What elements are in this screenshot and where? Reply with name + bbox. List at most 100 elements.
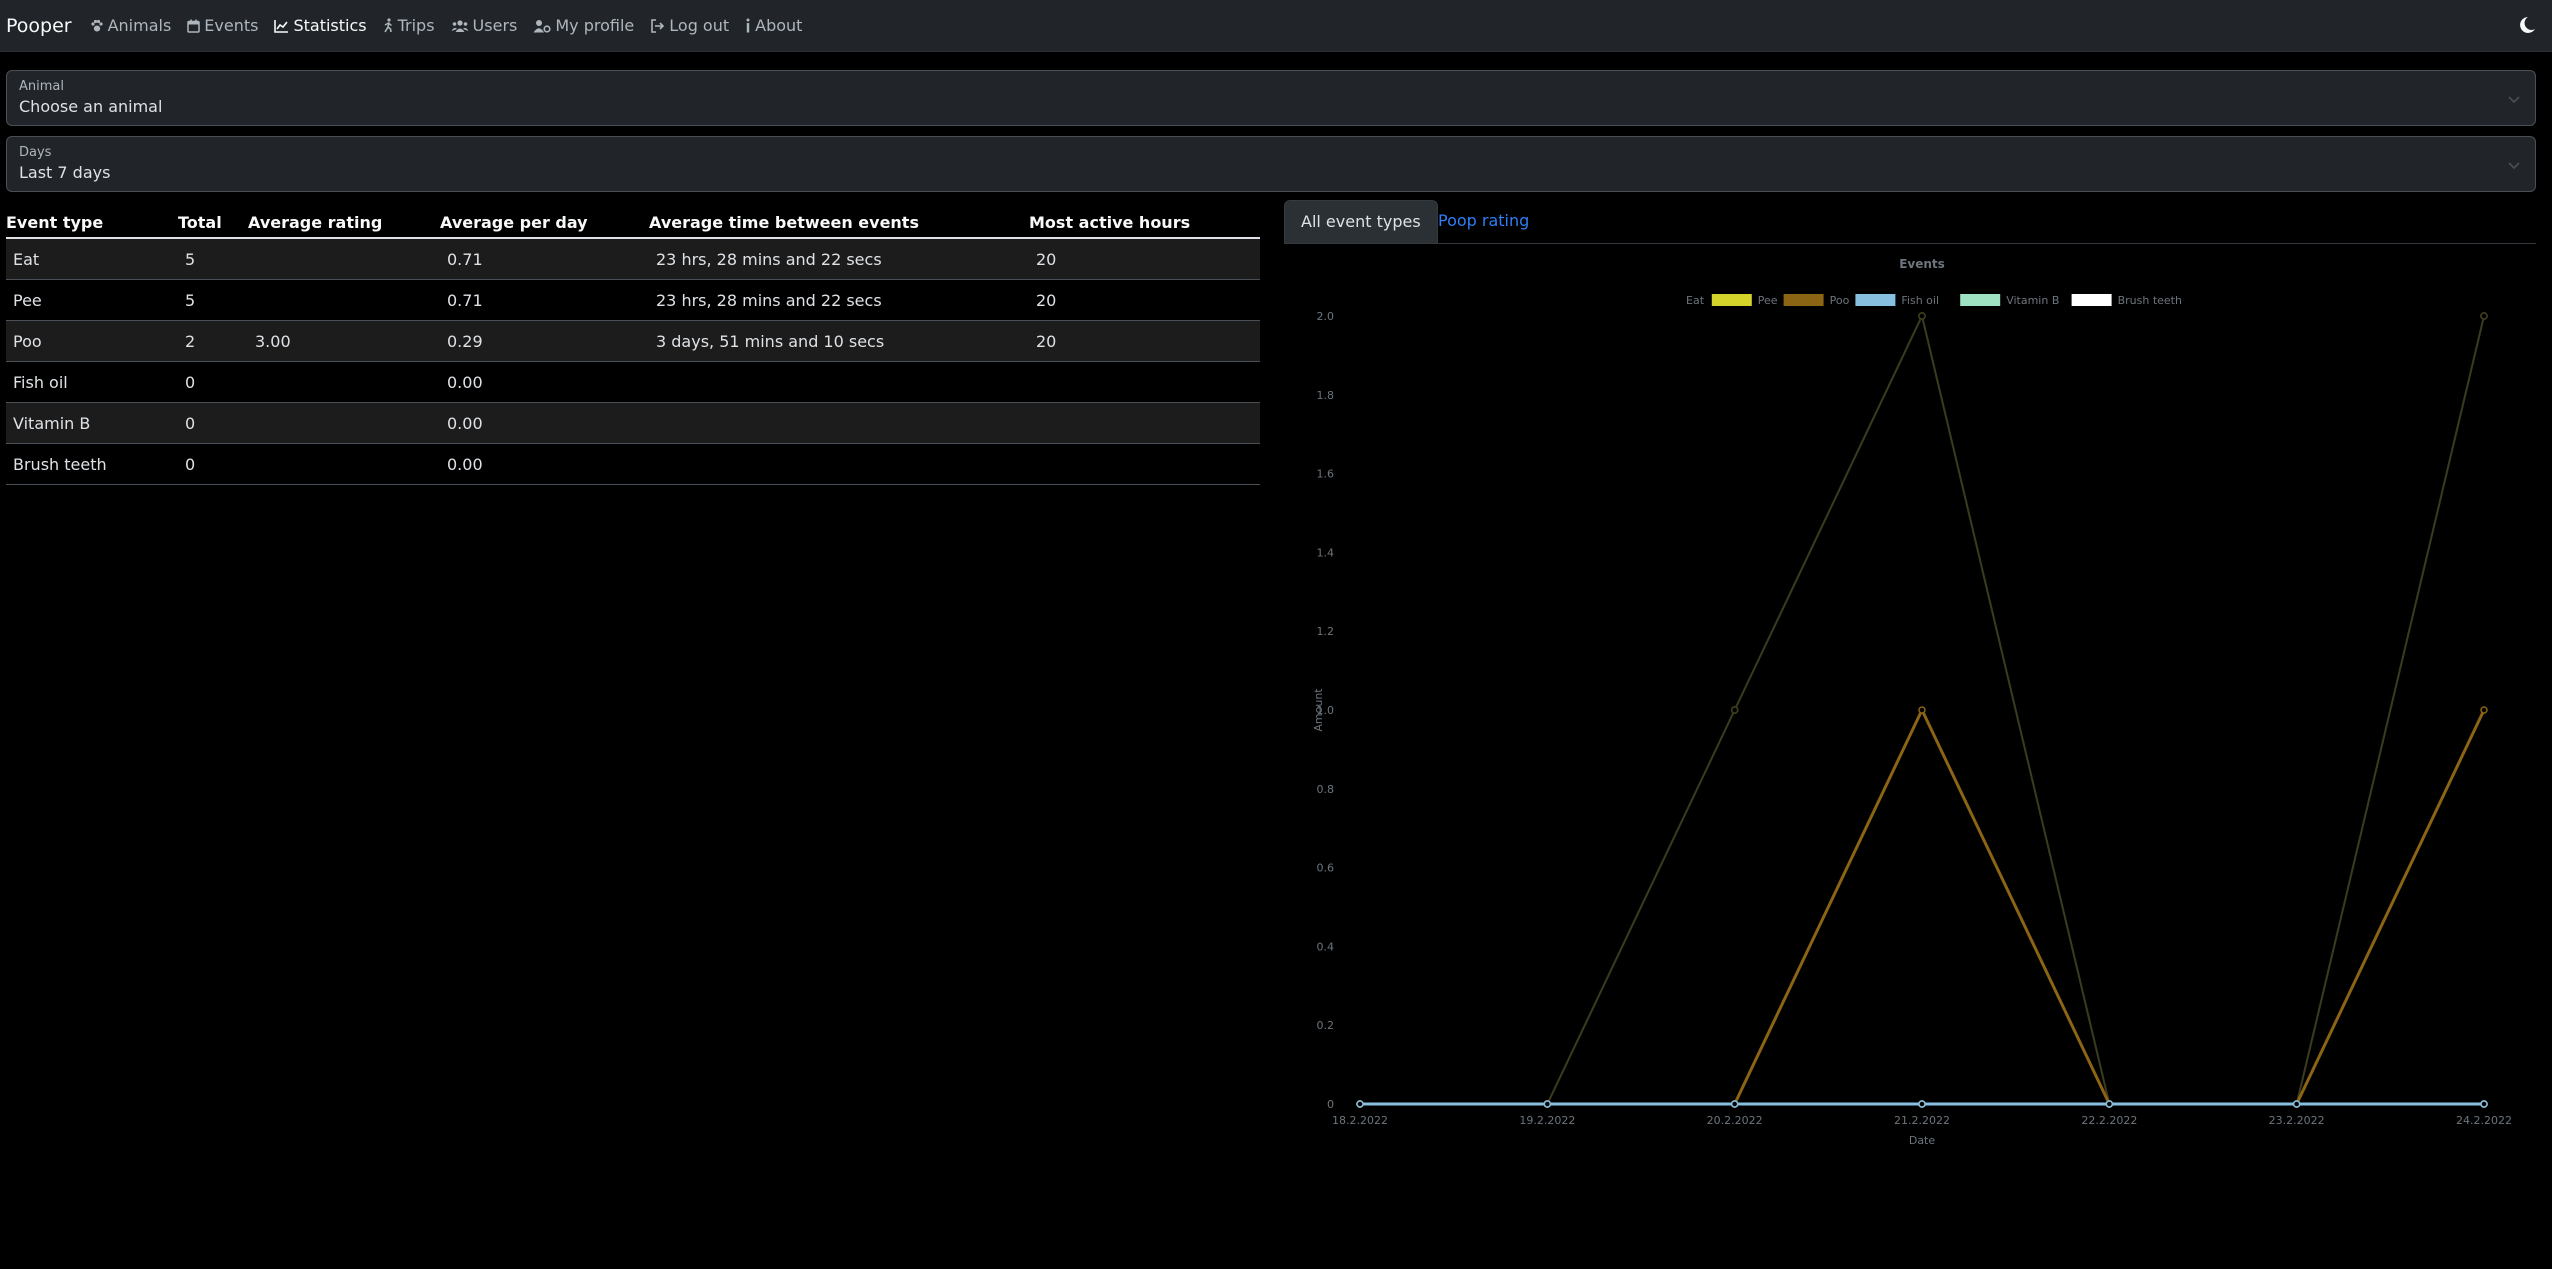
chevron-down-icon bbox=[2507, 91, 2521, 105]
calendar-icon bbox=[187, 19, 201, 33]
days-select[interactable]: Days Last 7 days bbox=[6, 136, 2536, 192]
days-select-value: Last 7 days bbox=[19, 163, 111, 182]
table-header-row: Event type Total Average rating Average … bbox=[6, 203, 1260, 239]
nav-label: Statistics bbox=[293, 16, 367, 35]
brand-logo[interactable]: Pooper bbox=[6, 15, 72, 37]
data-point bbox=[1730, 706, 1739, 714]
y-tick-label: 1.4 bbox=[1317, 546, 1335, 559]
theme-toggle[interactable] bbox=[2516, 14, 2538, 36]
animal-select[interactable]: Animal Choose an animal bbox=[6, 70, 2536, 126]
moon-icon bbox=[2516, 17, 2538, 40]
nav-statistics[interactable]: Statistics bbox=[274, 16, 367, 35]
x-axis-label: Date bbox=[1909, 1134, 1936, 1147]
table-cell: 2 bbox=[178, 320, 248, 362]
x-tick-label: 23.2.2022 bbox=[2269, 1114, 2325, 1127]
table-cell bbox=[649, 443, 1029, 485]
nav-users[interactable]: Users bbox=[451, 16, 518, 35]
x-tick-label: 20.2.2022 bbox=[1707, 1114, 1763, 1127]
x-tick-label: 19.2.2022 bbox=[1519, 1114, 1575, 1127]
legend-label: Brush teeth bbox=[2118, 294, 2182, 307]
legend-swatch bbox=[1960, 294, 2001, 306]
legend-swatch bbox=[2071, 294, 2112, 306]
legend-swatch bbox=[1855, 294, 1896, 306]
animal-select-value: Choose an animal bbox=[19, 97, 163, 116]
paw-icon bbox=[90, 19, 104, 33]
table-cell: 0 bbox=[178, 402, 248, 444]
nav-events[interactable]: Events bbox=[187, 16, 258, 35]
y-tick-label: 1.6 bbox=[1317, 468, 1335, 481]
nav-log-out[interactable]: Log out bbox=[650, 16, 729, 35]
table-cell: 23 hrs, 28 mins and 22 secs bbox=[649, 238, 1029, 280]
table-cell: 5 bbox=[178, 238, 248, 280]
table-cell: 3 days, 51 mins and 10 secs bbox=[649, 320, 1029, 362]
legend-label: Poo bbox=[1830, 294, 1850, 307]
table-cell: 20 bbox=[1029, 279, 1260, 321]
nav-animals[interactable]: Animals bbox=[90, 16, 171, 35]
table-cell: Brush teeth bbox=[6, 443, 178, 485]
table-row: Brush teeth 0 0.00 bbox=[6, 443, 1260, 485]
chart-title: Events bbox=[1899, 257, 1945, 271]
x-tick-label: 22.2.2022 bbox=[2081, 1114, 2137, 1127]
table-cell: Fish oil bbox=[6, 361, 178, 403]
events-line-chart: Events Eat Pee Poo Fish oil Vitamin B Brush te… bbox=[1312, 257, 2512, 1147]
table-cell bbox=[248, 443, 440, 485]
line-chart-icon bbox=[274, 19, 289, 33]
tab-poop-rating[interactable]: Poop rating bbox=[1422, 200, 1545, 242]
data-point bbox=[2480, 1100, 2488, 1108]
animal-select-label: Animal bbox=[19, 79, 64, 94]
table-cell bbox=[1029, 443, 1260, 485]
legend-label: Vitamin B bbox=[2006, 294, 2059, 307]
data-point bbox=[1356, 1100, 1364, 1108]
sign-out-icon bbox=[650, 18, 665, 33]
column-header: Average time between events bbox=[649, 203, 1029, 239]
info-icon bbox=[745, 18, 751, 33]
y-tick-label: 2.0 bbox=[1317, 310, 1335, 323]
nav-label: About bbox=[755, 16, 803, 35]
column-header: Event type bbox=[6, 203, 178, 239]
nav-label: Trips bbox=[397, 16, 435, 35]
data-point bbox=[1730, 1100, 1739, 1108]
navbar: Pooper Animals Events Statistics Trips U… bbox=[0, 0, 2552, 52]
table-cell bbox=[1029, 402, 1260, 444]
table-cell: Pee bbox=[6, 279, 178, 321]
table-cell: Vitamin B bbox=[6, 402, 178, 444]
data-point bbox=[1918, 1100, 1926, 1108]
data-point bbox=[1543, 1100, 1552, 1108]
nav-my-profile[interactable]: My profile bbox=[533, 16, 634, 35]
table-cell: 0.00 bbox=[440, 443, 649, 485]
table-cell bbox=[649, 402, 1029, 444]
table-cell: 5 bbox=[178, 279, 248, 321]
table-cell bbox=[248, 279, 440, 321]
y-tick-label: 0 bbox=[1327, 1098, 1334, 1111]
nav-trips[interactable]: Trips bbox=[383, 16, 435, 35]
table-cell bbox=[649, 361, 1029, 403]
column-header: Total bbox=[178, 203, 248, 239]
table-cell: 0.29 bbox=[440, 320, 649, 362]
table-cell: Eat bbox=[6, 238, 178, 280]
nav-label: Users bbox=[472, 16, 518, 35]
table-cell: 20 bbox=[1029, 238, 1260, 280]
table-cell bbox=[1029, 361, 1260, 403]
column-header: Most active hours bbox=[1029, 203, 1260, 239]
table-cell: 20 bbox=[1029, 320, 1260, 362]
table-cell bbox=[248, 361, 440, 403]
table-cell: 0.00 bbox=[440, 361, 649, 403]
table-cell: Poo bbox=[6, 320, 178, 362]
tab-all-event-types[interactable]: All event types bbox=[1284, 200, 1438, 243]
legend-swatch bbox=[1783, 294, 1824, 306]
y-axis-label: Amount bbox=[1312, 688, 1325, 732]
statistics-table: Event type Total Average rating Average … bbox=[6, 203, 1260, 485]
table-cell: 0 bbox=[178, 443, 248, 485]
y-tick-label: 1.2 bbox=[1317, 625, 1335, 638]
nav-label: Log out bbox=[669, 16, 730, 35]
data-point bbox=[1918, 706, 1926, 714]
table-row: Poo 2 3.00 0.29 3 days, 51 mins and 10 s… bbox=[6, 320, 1260, 362]
y-tick-label: 0.4 bbox=[1317, 940, 1335, 953]
legend-swatch bbox=[1711, 294, 1752, 306]
x-tick-label: 21.2.2022 bbox=[1894, 1114, 1950, 1127]
nav-label: My profile bbox=[555, 16, 635, 35]
user-cog-icon bbox=[533, 19, 551, 33]
table-cell: 0 bbox=[178, 361, 248, 403]
chart-tabs: All event types Poop rating bbox=[1284, 200, 2536, 244]
nav-about[interactable]: About bbox=[745, 16, 802, 35]
